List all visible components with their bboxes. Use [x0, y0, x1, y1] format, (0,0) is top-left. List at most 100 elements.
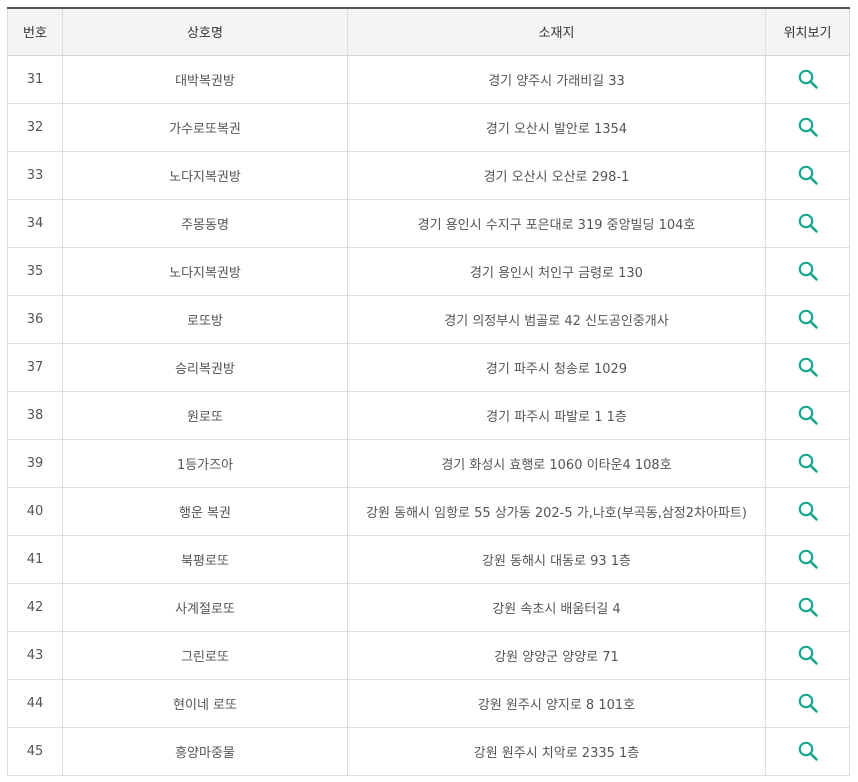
row-address: 강원 동해시 대동로 93 1층: [347, 535, 766, 584]
row-location-cell: [765, 343, 850, 392]
row-address: 경기 용인시 수지구 포은대로 319 중앙빌딩 104호: [347, 199, 766, 248]
row-location-cell: [765, 295, 850, 344]
row-address: 경기 오산시 발안로 1354: [347, 103, 766, 152]
row-location-cell: [765, 199, 850, 248]
row-address: 강원 양양군 양양로 71: [347, 631, 766, 680]
row-number: 39: [7, 439, 63, 488]
row-number: 31: [7, 55, 63, 104]
search-icon: [798, 645, 818, 665]
row-number: 38: [7, 391, 63, 440]
table-row: 37 승리복권방 경기 파주시 청송로 1029: [7, 343, 850, 392]
row-store-name: 행운 복권: [62, 487, 348, 536]
view-location-button[interactable]: [797, 116, 819, 138]
search-icon: [798, 261, 818, 281]
row-number: 44: [7, 679, 63, 728]
search-icon: [798, 213, 818, 233]
view-location-button[interactable]: [797, 308, 819, 330]
view-location-button[interactable]: [797, 740, 819, 762]
view-location-button[interactable]: [797, 452, 819, 474]
row-location-cell: [765, 583, 850, 632]
row-store-name: 주몽동명: [62, 199, 348, 248]
row-address: 경기 파주시 청송로 1029: [347, 343, 766, 392]
row-store-name: 원로또: [62, 391, 348, 440]
row-location-cell: [765, 151, 850, 200]
view-location-button[interactable]: [797, 692, 819, 714]
row-store-name: 가수로또복권: [62, 103, 348, 152]
table-row: 41 북평로또 강원 동해시 대동로 93 1층: [7, 535, 850, 584]
table-row: 31 대박복권방 경기 양주시 가래비길 33: [7, 55, 850, 104]
row-location-cell: [765, 535, 850, 584]
row-location-cell: [765, 439, 850, 488]
search-icon: [798, 69, 818, 89]
search-icon: [798, 597, 818, 617]
row-store-name: 1등가즈아: [62, 439, 348, 488]
table-row: 33 노다지복권방 경기 오산시 오산로 298-1: [7, 151, 850, 200]
row-location-cell: [765, 55, 850, 104]
row-location-cell: [765, 103, 850, 152]
row-store-name: 그린로또: [62, 631, 348, 680]
row-address: 강원 원주시 치악로 2335 1층: [347, 727, 766, 776]
row-address: 경기 용인시 처인구 금령로 130: [347, 247, 766, 296]
view-location-button[interactable]: [797, 356, 819, 378]
row-number: 40: [7, 487, 63, 536]
view-location-button[interactable]: [797, 644, 819, 666]
row-store-name: 북평로또: [62, 535, 348, 584]
view-location-button[interactable]: [797, 500, 819, 522]
row-number: 34: [7, 199, 63, 248]
table-row: 42 사계절로또 강원 속초시 배움터길 4: [7, 583, 850, 632]
view-location-button[interactable]: [797, 164, 819, 186]
search-icon: [798, 549, 818, 569]
row-number: 32: [7, 103, 63, 152]
row-location-cell: [765, 631, 850, 680]
row-location-cell: [765, 391, 850, 440]
table-row: 40 행운 복권 강원 동해시 임항로 55 상가동 202-5 가,나호(부곡…: [7, 487, 850, 536]
row-store-name: 대박복권방: [62, 55, 348, 104]
search-icon: [798, 501, 818, 521]
table-row: 36 로또방 경기 의정부시 범골로 42 신도공인중개사: [7, 295, 850, 344]
header-location: 위치보기: [765, 7, 850, 56]
view-location-button[interactable]: [797, 548, 819, 570]
row-address: 경기 의정부시 범골로 42 신도공인중개사: [347, 295, 766, 344]
table-body: 31 대박복권방 경기 양주시 가래비길 33 32 가수로또복권 경기 오산시…: [7, 55, 850, 776]
row-address: 경기 파주시 파발로 1 1층: [347, 391, 766, 440]
row-number: 33: [7, 151, 63, 200]
row-address: 경기 오산시 오산로 298-1: [347, 151, 766, 200]
row-number: 41: [7, 535, 63, 584]
search-icon: [798, 309, 818, 329]
search-icon: [798, 357, 818, 377]
row-address: 경기 화성시 효행로 1060 이타운4 108호: [347, 439, 766, 488]
table-row: 32 가수로또복권 경기 오산시 발안로 1354: [7, 103, 850, 152]
store-table-container: 번호 상호명 소재지 위치보기 31 대박복권방 경기 양주시 가래비길 33 …: [7, 7, 850, 776]
row-number: 45: [7, 727, 63, 776]
row-store-name: 사계절로또: [62, 583, 348, 632]
store-table: 번호 상호명 소재지 위치보기 31 대박복권방 경기 양주시 가래비길 33 …: [7, 7, 850, 776]
search-icon: [798, 117, 818, 137]
row-store-name: 노다지복권방: [62, 247, 348, 296]
row-number: 35: [7, 247, 63, 296]
table-row: 35 노다지복권방 경기 용인시 처인구 금령로 130: [7, 247, 850, 296]
row-location-cell: [765, 679, 850, 728]
search-icon: [798, 741, 818, 761]
row-address: 강원 원주시 양지로 8 101호: [347, 679, 766, 728]
header-store-name: 상호명: [62, 7, 348, 56]
view-location-button[interactable]: [797, 404, 819, 426]
row-store-name: 현이네 로또: [62, 679, 348, 728]
view-location-button[interactable]: [797, 212, 819, 234]
search-icon: [798, 165, 818, 185]
view-location-button[interactable]: [797, 596, 819, 618]
table-row: 39 1등가즈아 경기 화성시 효행로 1060 이타운4 108호: [7, 439, 850, 488]
header-address: 소재지: [347, 7, 766, 56]
row-number: 37: [7, 343, 63, 392]
row-address: 강원 속초시 배움터길 4: [347, 583, 766, 632]
view-location-button[interactable]: [797, 68, 819, 90]
search-icon: [798, 405, 818, 425]
row-address: 경기 양주시 가래비길 33: [347, 55, 766, 104]
row-address: 강원 동해시 임항로 55 상가동 202-5 가,나호(부곡동,삼정2차아파트…: [347, 487, 766, 536]
row-store-name: 노다지복권방: [62, 151, 348, 200]
view-location-button[interactable]: [797, 260, 819, 282]
row-store-name: 흥양마중물: [62, 727, 348, 776]
row-store-name: 로또방: [62, 295, 348, 344]
header-row: 번호 상호명 소재지 위치보기: [7, 7, 850, 56]
table-row: 38 원로또 경기 파주시 파발로 1 1층: [7, 391, 850, 440]
row-location-cell: [765, 247, 850, 296]
